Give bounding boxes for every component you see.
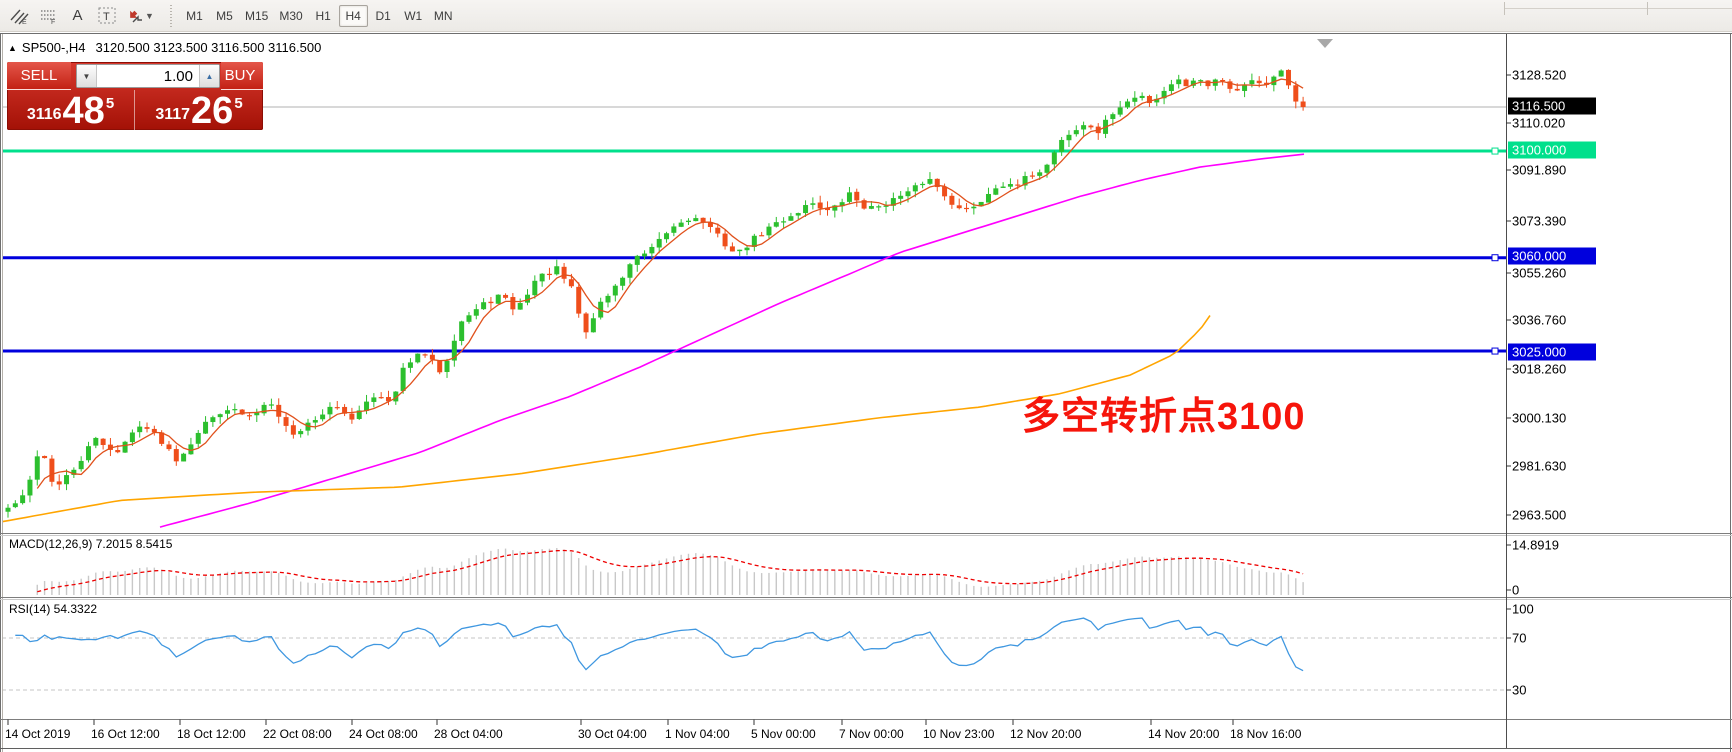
terminal-window: E F A T ▼ M1M5M15M30H1H4D: [0, 0, 1732, 752]
timeframe-button-h1[interactable]: H1: [309, 5, 338, 27]
dock-grip: [1504, 2, 1505, 15]
toolbar-grip: [168, 5, 174, 27]
channels-tool-icon[interactable]: E: [6, 4, 33, 28]
bid-prefix: 3116: [27, 107, 62, 123]
candlesticks: [6, 69, 1306, 517]
volume-increase-icon[interactable]: ▲: [199, 65, 219, 87]
volume-decrease-icon[interactable]: ▼: [77, 65, 97, 87]
ohlc-values: 3120.500 3123.500 3116.500 3116.500: [96, 40, 322, 55]
chart-text-annotation[interactable]: 多空转折点3100: [1022, 385, 1306, 440]
arrows-tool-icon[interactable]: ▼: [122, 4, 158, 28]
timeframe-button-mn[interactable]: MN: [429, 5, 458, 27]
hline-handle[interactable]: [1492, 348, 1498, 354]
timeframe-group: M1M5M15M30H1H4D1W1MN: [180, 5, 459, 27]
ask-price[interactable]: 3117 26 5: [135, 90, 263, 130]
text-label-icon[interactable]: A: [64, 4, 91, 28]
text-tool-icon[interactable]: T: [93, 4, 120, 28]
chart-title: ▲ SP500-,H4 3120.500 3123.500 3116.500 311…: [8, 40, 321, 55]
timeframe-button-m5[interactable]: M5: [210, 5, 239, 27]
fibo-tool-icon[interactable]: F: [35, 4, 62, 28]
bid-price[interactable]: 3116 48 5: [7, 90, 135, 130]
dock-grip: [1647, 2, 1648, 15]
buy-button[interactable]: BUY: [221, 62, 263, 90]
timeframe-button-m15[interactable]: M15: [240, 5, 273, 27]
collapse-triangle-icon[interactable]: ▲: [8, 43, 17, 53]
bid-big: 48: [63, 95, 105, 127]
timeframe-button-h4[interactable]: H4: [339, 5, 368, 27]
chart-shift-marker-icon[interactable]: [1317, 39, 1333, 48]
hline-handle[interactable]: [1492, 255, 1498, 261]
timeframe-button-m30[interactable]: M30: [274, 5, 307, 27]
hline-handle[interactable]: [1492, 148, 1498, 154]
one-click-trading-panel: SELL ▼ 1.00 ▲ BUY 3116 48 5 3117 26 5: [7, 62, 263, 130]
volume-stepper: ▼ 1.00 ▲: [76, 64, 220, 88]
volume-input[interactable]: 1.00: [97, 65, 199, 87]
dock-divider: [1504, 8, 1732, 9]
sell-button[interactable]: SELL: [7, 62, 71, 90]
svg-text:T: T: [103, 11, 110, 23]
timeframe-button-m1[interactable]: M1: [180, 5, 209, 27]
macd-histogram: [37, 548, 1303, 595]
ask-prefix: 3117: [155, 107, 190, 123]
chart-canvas[interactable]: [0, 33, 1732, 752]
bid-sup: 5: [106, 96, 114, 111]
tool-sub-f: F: [51, 19, 55, 25]
symbol-label: SP500-,H4: [22, 40, 86, 55]
ask-sup: 5: [234, 96, 242, 111]
rsi-indicator-label: RSI(14) 54.3322: [9, 602, 97, 616]
timeframe-button-d1[interactable]: D1: [369, 5, 398, 27]
dropdown-caret-icon[interactable]: ▼: [145, 11, 154, 21]
timeframe-button-w1[interactable]: W1: [399, 5, 428, 27]
ask-big: 26: [191, 95, 233, 127]
tool-sub-e: E: [22, 19, 27, 25]
chart-window: ▲ SP500-,H4 3120.500 3123.500 3116.500 311…: [0, 33, 1732, 752]
toolbar: E F A T ▼ M1M5M15M30H1H4D: [0, 0, 1732, 32]
macd-indicator-label: MACD(12,26,9) 7.2015 8.5415: [9, 537, 172, 551]
